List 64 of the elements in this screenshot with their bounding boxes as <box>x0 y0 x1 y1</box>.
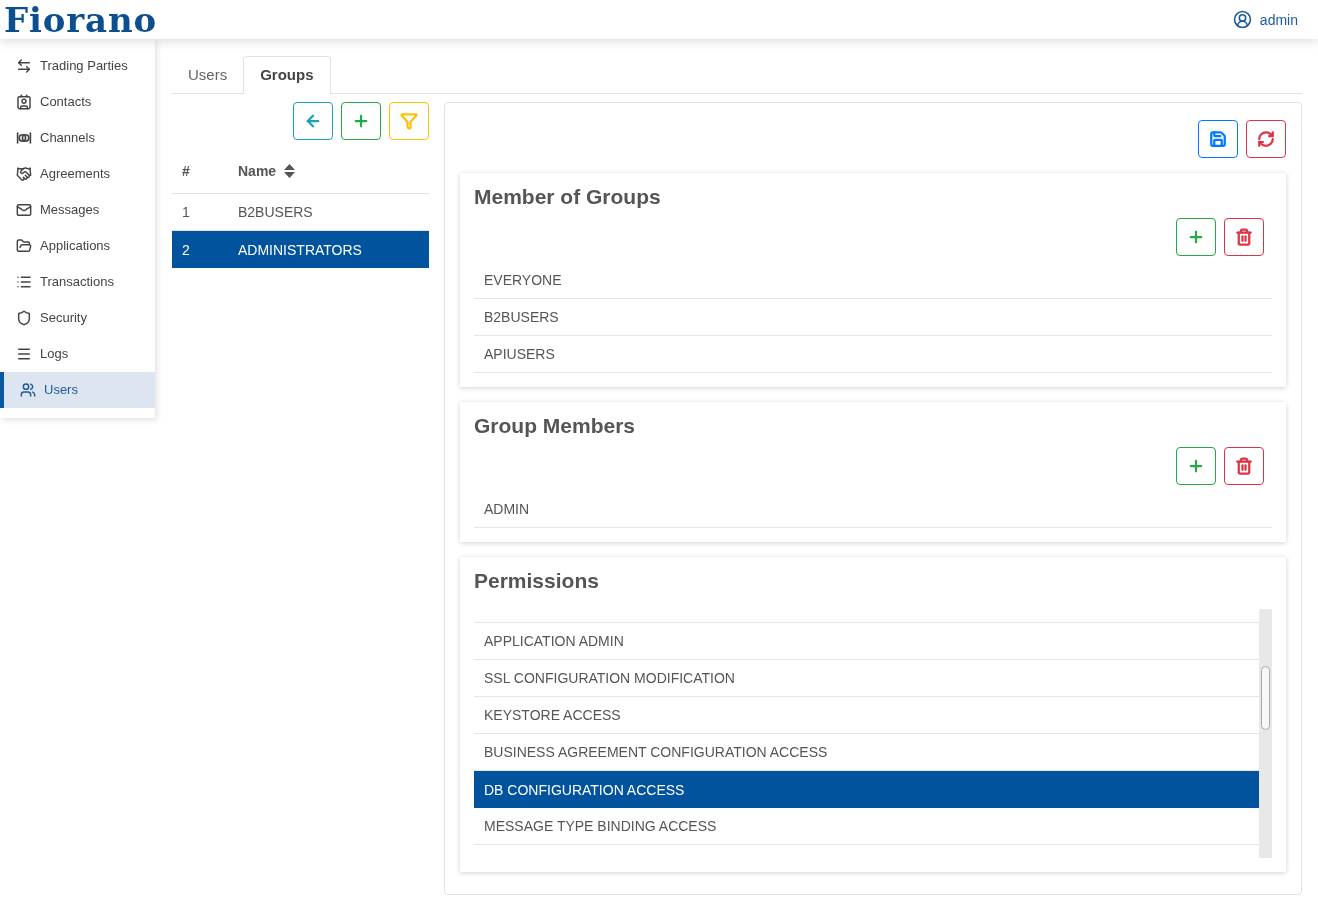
sidebar-item[interactable]: Agreements <box>0 156 155 192</box>
section-title: Group Members <box>474 414 637 438</box>
envelope-icon <box>16 202 32 218</box>
add-button[interactable] <box>1176 218 1216 256</box>
table-cell-text: ADMINISTRATORS <box>238 240 362 260</box>
sidebar-item[interactable]: Logs <box>0 336 155 372</box>
list-item[interactable]: MESSAGE TYPE BINDING ACCESS <box>474 808 1259 845</box>
sort-icon <box>284 163 296 178</box>
sidebar-item[interactable]: Contacts <box>0 84 155 120</box>
add-button[interactable] <box>1176 447 1216 485</box>
scrollbar-thumb[interactable] <box>1261 666 1270 730</box>
shield-icon <box>16 310 32 326</box>
section-title: Member of Groups <box>474 185 662 209</box>
table-cell-text: B2BUSERS <box>238 203 313 222</box>
user-menu[interactable]: admin <box>1232 9 1298 30</box>
list-icon <box>16 274 32 290</box>
table-cell-text: 1 <box>181 203 191 222</box>
save-icon <box>1209 130 1227 148</box>
trash-icon <box>1235 228 1253 246</box>
sidebar-item[interactable]: Transactions <box>0 264 155 300</box>
list-item[interactable]: EVERYONE <box>474 262 1272 299</box>
users-icon <box>20 382 36 398</box>
table-cell-text: 2 <box>181 240 191 260</box>
sidebar-item[interactable]: Trading Parties <box>0 48 155 84</box>
list-item[interactable]: B2BUSERS <box>474 299 1272 336</box>
save-button[interactable] <box>1198 120 1238 158</box>
sidebar-item[interactable]: Users <box>0 372 155 408</box>
rings-icon <box>16 130 32 146</box>
plus-icon <box>352 112 370 130</box>
refresh-button[interactable] <box>1246 120 1286 158</box>
back-button[interactable] <box>293 102 333 140</box>
list-item[interactable]: SSL CONFIGURATION MODIFICATION <box>474 660 1259 697</box>
section-title: Permissions <box>474 569 600 593</box>
tab[interactable]: Users <box>172 56 244 94</box>
sidebar-item[interactable]: Messages <box>0 192 155 228</box>
column-header[interactable]: Name <box>238 160 296 181</box>
trash-icon <box>1235 457 1253 475</box>
delete-button[interactable] <box>1224 218 1264 256</box>
list-item[interactable]: APPLICATION ADMIN <box>474 623 1259 660</box>
folder-icon <box>16 238 32 254</box>
plus-icon <box>1187 457 1205 475</box>
arrows-icon <box>16 58 32 74</box>
tab[interactable]: Groups <box>243 56 331 94</box>
sidebar-item[interactable]: Security <box>0 300 155 336</box>
plus-icon <box>1187 228 1205 246</box>
contact-card-icon <box>16 94 32 110</box>
handshake-icon <box>16 166 32 182</box>
refresh-icon <box>1257 130 1275 148</box>
user-icon <box>1232 10 1252 29</box>
sidebar-item[interactable]: Applications <box>0 228 155 264</box>
column-header: # <box>181 161 191 181</box>
list-item[interactable]: ADMIN <box>474 491 1272 528</box>
table-row[interactable]: 2 ADMINISTRATORS <box>172 231 429 268</box>
sidebar-item[interactable]: Channels <box>0 120 155 156</box>
list-item[interactable]: DB CONFIGURATION ACCESS <box>474 771 1259 808</box>
filter-button[interactable] <box>389 102 429 140</box>
list-item[interactable]: APIUSERS <box>474 336 1272 373</box>
logo: Fiorano <box>4 2 158 37</box>
funnel-icon <box>400 112 418 130</box>
list-item[interactable]: KEYSTORE ACCESS <box>474 697 1259 734</box>
add-button[interactable] <box>341 102 381 140</box>
scrollbar[interactable] <box>1259 609 1272 858</box>
menu-icon <box>16 346 32 362</box>
delete-button[interactable] <box>1224 447 1264 485</box>
